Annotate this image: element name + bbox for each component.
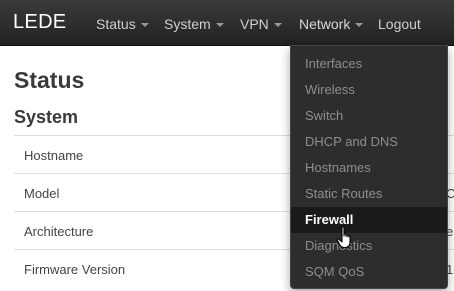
section-title: System (14, 107, 79, 127)
row-label: Firmware Version (24, 262, 126, 277)
top-navbar: LEDE Status System VPN Network Logout (0, 0, 454, 46)
row-label: Model (24, 186, 60, 201)
nav-network-label: Network (299, 16, 351, 32)
menu-item-switch[interactable]: Switch (291, 103, 447, 129)
menu-item-wireless[interactable]: Wireless (291, 77, 447, 103)
menu-item-interfaces[interactable]: Interfaces (291, 51, 447, 77)
caret-down-icon (355, 23, 364, 28)
network-dropdown-menu: Interfaces Wireless Switch DHCP and DNS … (290, 45, 448, 289)
row-label: Architecture (24, 224, 94, 239)
nav-system-menu[interactable]: System (164, 16, 224, 32)
menu-item-dhcp-dns[interactable]: DHCP and DNS (291, 129, 447, 155)
menu-item-diagnostics[interactable]: Diagnostics (291, 233, 447, 259)
caret-down-icon (273, 23, 282, 28)
hand-pointer-icon (336, 226, 351, 249)
menu-item-sqm-qos[interactable]: SQM QoS (291, 259, 447, 285)
brand-logo[interactable]: LEDE (13, 11, 66, 34)
nav-logout-link[interactable]: Logout (378, 16, 421, 32)
menu-item-firewall[interactable]: Firewall (291, 207, 447, 233)
nav-vpn-label: VPN (240, 16, 269, 32)
nav-status-menu[interactable]: Status (96, 16, 149, 32)
caret-down-icon (140, 23, 149, 28)
menu-item-hostnames[interactable]: Hostnames (291, 155, 447, 181)
page-title: Status (14, 67, 85, 93)
nav-network-menu[interactable]: Network (299, 16, 364, 32)
row-label: Hostname (24, 148, 84, 163)
nav-status-label: Status (96, 16, 136, 32)
nav-system-label: System (164, 16, 211, 32)
nav-vpn-menu[interactable]: VPN (240, 16, 282, 32)
menu-item-static-routes[interactable]: Static Routes (291, 181, 447, 207)
caret-down-icon (215, 23, 224, 28)
